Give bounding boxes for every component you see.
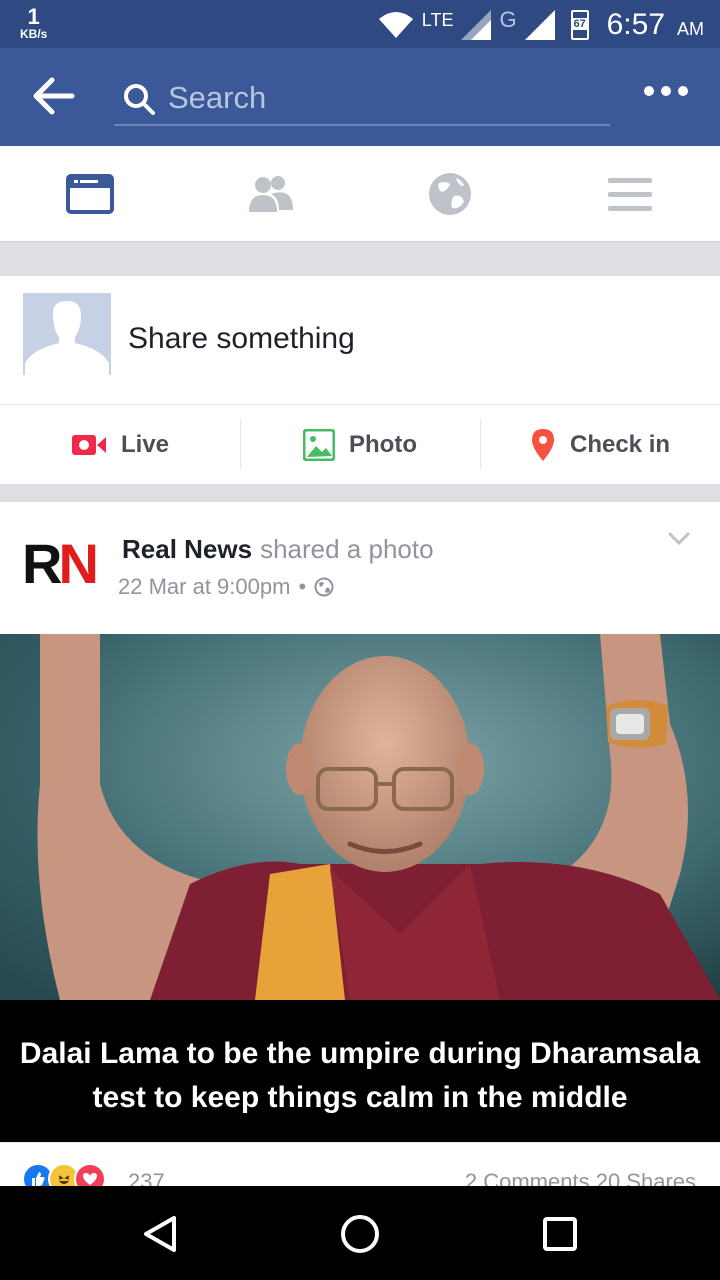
network-speed: 1 KB/s bbox=[20, 4, 48, 41]
share-prompt[interactable]: Share something bbox=[128, 322, 355, 356]
post-action: shared a photo bbox=[260, 534, 434, 564]
photo-caption: Dalai Lama to be the umpire during Dhara… bbox=[0, 1000, 720, 1142]
back-arrow-icon bbox=[33, 77, 75, 115]
more-options-button[interactable] bbox=[644, 86, 688, 96]
live-label: Live bbox=[120, 430, 170, 458]
wifi-icon bbox=[378, 12, 413, 38]
battery-level: 67 bbox=[570, 18, 589, 30]
tab-news-feed[interactable] bbox=[0, 146, 180, 242]
default-avatar-icon bbox=[23, 293, 111, 375]
search-bar[interactable] bbox=[114, 74, 610, 126]
status-composer: Share something Live Photo Check in bbox=[0, 276, 720, 484]
post-author[interactable]: Real News bbox=[122, 534, 252, 564]
news-feed-icon bbox=[66, 174, 114, 214]
post-photo[interactable] bbox=[0, 634, 720, 1000]
more-dot bbox=[678, 86, 688, 96]
system-nav-bar bbox=[0, 1186, 720, 1280]
location-pin-icon bbox=[531, 428, 554, 461]
photo-label: Photo bbox=[349, 430, 417, 458]
post-photo-image bbox=[0, 634, 720, 1000]
feed-post: RN Real News shared a photo 22 Mar at 9:0… bbox=[0, 502, 720, 1195]
network-lte-label: LTE bbox=[421, 9, 454, 30]
battery-icon: 67 bbox=[570, 10, 589, 40]
tab-friends[interactable] bbox=[180, 146, 360, 242]
tab-bar bbox=[0, 146, 720, 242]
back-button[interactable] bbox=[32, 76, 76, 116]
clock-time: 6:57 bbox=[606, 8, 665, 41]
search-input[interactable] bbox=[168, 78, 598, 118]
clock-ampm: AM bbox=[677, 18, 704, 39]
check-in-button[interactable]: Check in bbox=[480, 405, 720, 484]
post-header: Real News shared a photo bbox=[122, 534, 434, 565]
photo-button[interactable]: Photo bbox=[240, 405, 480, 484]
meta-separator: • bbox=[298, 574, 307, 599]
reactions-bar: 237 2 Comments 20 Shares bbox=[0, 1142, 720, 1195]
network-speed-unit: KB/s bbox=[20, 27, 48, 41]
composer-actions: Live Photo Check in bbox=[0, 404, 720, 484]
more-dot bbox=[661, 86, 671, 96]
app-bar bbox=[0, 48, 720, 146]
page-logo[interactable]: RN bbox=[22, 536, 99, 592]
post-timestamp[interactable]: 22 Mar at 9:00pm bbox=[118, 574, 290, 600]
tab-notifications-globe[interactable] bbox=[360, 146, 540, 242]
status-bar: 1 KB/s LTE G 67 6:57 AM bbox=[0, 0, 720, 48]
nav-back-button[interactable] bbox=[138, 1212, 182, 1256]
photo-icon bbox=[303, 428, 335, 461]
nav-recents-button[interactable] bbox=[538, 1212, 582, 1256]
network-g-label: G bbox=[499, 7, 517, 32]
check-in-label: Check in bbox=[569, 430, 671, 458]
tab-menu[interactable] bbox=[540, 146, 720, 242]
nav-home-button[interactable] bbox=[338, 1212, 382, 1256]
caption-line-2: test to keep things calm in the middle bbox=[92, 1081, 628, 1114]
post-meta: 22 Mar at 9:00pm • bbox=[118, 574, 334, 600]
signal-lte-icon bbox=[461, 10, 492, 40]
globe-icon bbox=[314, 577, 334, 597]
live-video-icon bbox=[71, 434, 106, 455]
signal-g-icon bbox=[524, 10, 555, 40]
chevron-down-icon[interactable] bbox=[668, 532, 690, 546]
friends-icon bbox=[249, 176, 293, 212]
network-speed-value: 1 bbox=[27, 4, 40, 29]
nav-home-icon bbox=[341, 1215, 379, 1253]
caption-line-1: Dalai Lama to be the umpire during Dhara… bbox=[19, 1037, 701, 1070]
nav-recents-icon bbox=[543, 1217, 577, 1251]
menu-icon bbox=[608, 178, 652, 211]
avatar[interactable] bbox=[23, 293, 111, 375]
more-dot bbox=[644, 86, 654, 96]
nav-back-icon bbox=[144, 1216, 176, 1252]
search-icon bbox=[124, 84, 155, 115]
live-button[interactable]: Live bbox=[0, 405, 240, 484]
globe-icon bbox=[429, 173, 471, 215]
